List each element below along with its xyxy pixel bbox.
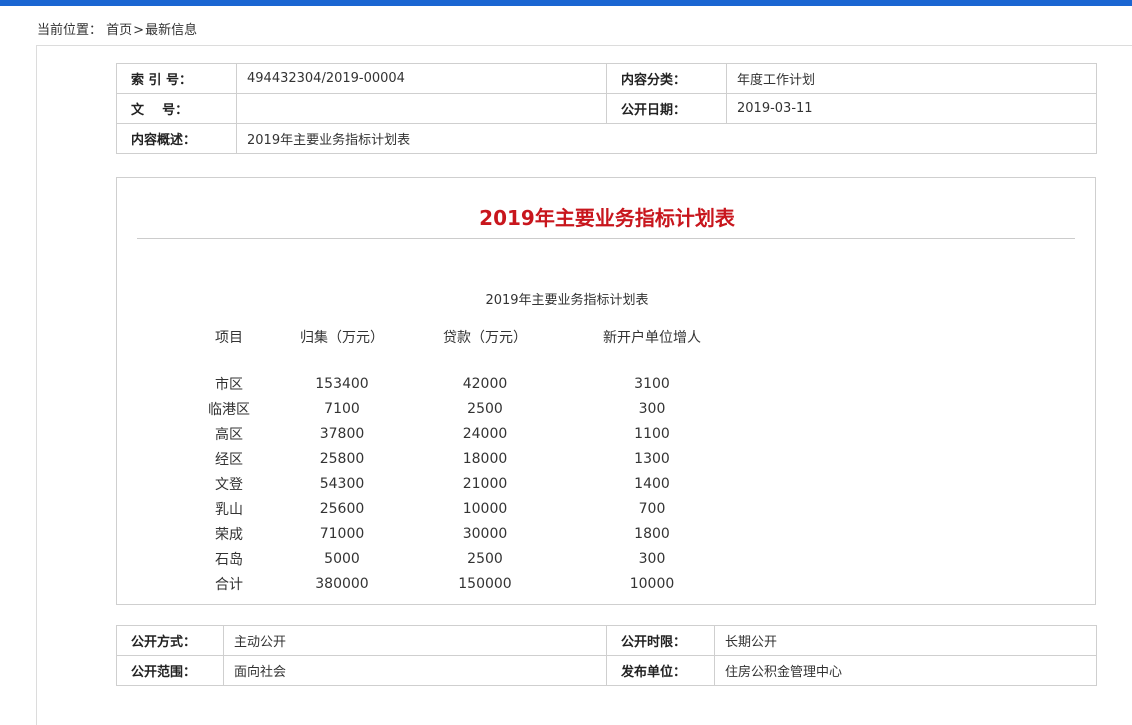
disclosure-scope-label: 公开范围：: [116, 655, 224, 686]
publish-date-label: 公开日期：: [606, 93, 727, 124]
top-accent-bar: [0, 0, 1132, 6]
column-header-new-accounts: 新开户单位增人: [603, 330, 701, 346]
table-cell-loan: 21000: [462, 475, 508, 492]
table-row: 合计 380000 150000 10000: [189, 571, 749, 596]
table-row: 临港区 7100 2500 300: [189, 396, 749, 421]
table-cell-collection: 153400: [315, 375, 369, 392]
disclosure-row-scope: 公开范围： 面向社会 发布单位： 住房公积金管理中心: [116, 655, 1097, 686]
info-row-index: 索 引 号： 494432304/2019-00004 内容分类： 年度工作计划: [116, 63, 1097, 94]
table-cell-loan: 2500: [467, 400, 503, 417]
summary-value: 2019年主要业务指标计划表: [236, 123, 1097, 154]
disclosure-period-label: 公开时限：: [606, 625, 715, 656]
article-title: 2019年主要业务指标计划表: [479, 206, 735, 230]
index-number-value: 494432304/2019-00004: [236, 63, 607, 94]
publish-date-value: 2019-03-11: [726, 93, 1097, 124]
table-cell-new-accounts: 1400: [634, 475, 670, 492]
table-row: 经区 25800 18000 1300: [189, 446, 749, 471]
table-cell-new-accounts: 10000: [629, 575, 675, 592]
table-cell-item: 石岛: [215, 551, 243, 568]
table-cell-item: 文登: [215, 476, 243, 493]
table-row: 荣成 71000 30000 1800: [189, 521, 749, 546]
table-cell-collection: 37800: [319, 425, 365, 442]
content-category-label: 内容分类：: [606, 63, 727, 94]
column-header-collection: 归集（万元）: [300, 330, 384, 346]
index-number-label: 索 引 号：: [116, 63, 237, 94]
table-row: 乳山 25600 10000 700: [189, 496, 749, 521]
document-info-table: 索 引 号： 494432304/2019-00004 内容分类： 年度工作计划…: [116, 63, 1097, 154]
table-cell-collection: 25600: [319, 500, 365, 517]
table-cell-new-accounts: 3100: [634, 375, 670, 392]
title-divider: [137, 238, 1075, 239]
data-table-title: 2019年主要业务指标计划表: [485, 293, 649, 308]
indicator-plan-table: 项目 归集（万元） 贷款（万元） 新开户单位增人市区 153400 42000 3100 临港…: [189, 323, 749, 596]
table-cell-collection: 7100: [324, 400, 360, 417]
table-cell-loan: 30000: [462, 525, 508, 542]
disclosure-scope-value: 面向社会: [223, 655, 607, 686]
publisher-value: 住房公积金管理中心: [714, 655, 1097, 686]
table-cell-new-accounts: 1800: [634, 525, 670, 542]
table-cell-item: 临港区: [208, 401, 250, 418]
disclosure-method-value: 主动公开: [223, 625, 607, 656]
table-cell-item: 高区: [215, 426, 243, 443]
breadcrumb: 当前位置： 首页>最新信息: [37, 19, 197, 38]
table-cell-loan: 24000: [462, 425, 508, 442]
disclosure-method-label: 公开方式：: [116, 625, 224, 656]
table-cell-new-accounts: 700: [638, 500, 666, 517]
table-cell-loan: 42000: [462, 375, 508, 392]
table-cell-new-accounts: 1100: [634, 425, 670, 442]
table-cell-new-accounts: 300: [638, 400, 666, 417]
column-header-loan: 贷款（万元）: [443, 330, 527, 346]
table-cell-new-accounts: 300: [638, 550, 666, 567]
table-header-row: 项目 归集（万元） 贷款（万元） 新开户单位增人: [189, 323, 749, 371]
breadcrumb-label: 当前位置：: [37, 23, 103, 38]
disclosure-row-method: 公开方式： 主动公开 公开时限： 长期公开: [116, 625, 1097, 656]
disclosure-info-table: 公开方式： 主动公开 公开时限： 长期公开 公开范围： 面向社会 发布单位： 住…: [116, 625, 1097, 686]
table-cell-collection: 54300: [319, 475, 365, 492]
table-row: 市区 153400 42000 3100: [189, 371, 749, 396]
table-cell-item: 经区: [215, 451, 243, 468]
table-cell-loan: 2500: [467, 550, 503, 567]
table-cell-collection: 5000: [324, 550, 360, 567]
table-cell-loan: 18000: [462, 450, 508, 467]
table-row: 文登 54300 21000 1400: [189, 471, 749, 496]
summary-label: 内容概述：: [116, 123, 237, 154]
column-header-item: 项目: [215, 330, 243, 346]
table-cell-new-accounts: 1300: [634, 450, 670, 467]
table-row: 高区 37800 24000 1100: [189, 421, 749, 446]
document-number-label: 文 号：: [116, 93, 237, 124]
breadcrumb-home-link[interactable]: 首页: [106, 23, 132, 38]
table-cell-item: 乳山: [215, 501, 243, 518]
info-row-summary: 内容概述： 2019年主要业务指标计划表: [116, 123, 1097, 154]
table-cell-collection: 71000: [319, 525, 365, 542]
breadcrumb-current-link[interactable]: 最新信息: [145, 23, 197, 38]
table-cell-loan: 10000: [462, 500, 508, 517]
table-cell-loan: 150000: [458, 575, 512, 592]
breadcrumb-separator: >: [133, 23, 145, 38]
table-cell-item: 市区: [215, 376, 243, 393]
document-number-value: [236, 93, 607, 124]
table-cell-collection: 380000: [315, 575, 369, 592]
table-row: 石岛 5000 2500 300: [189, 546, 749, 571]
publisher-label: 发布单位：: [606, 655, 715, 686]
disclosure-period-value: 长期公开: [714, 625, 1097, 656]
content-category-value: 年度工作计划: [726, 63, 1097, 94]
table-cell-collection: 25800: [319, 450, 365, 467]
table-cell-item: 合计: [215, 576, 243, 593]
table-cell-item: 荣成: [215, 526, 243, 543]
info-row-docno: 文 号： 公开日期： 2019-03-11: [116, 93, 1097, 124]
article-content-box: 2019年主要业务指标计划表 2019年主要业务指标计划表 项目 归集（万元） 贷款…: [116, 177, 1096, 605]
